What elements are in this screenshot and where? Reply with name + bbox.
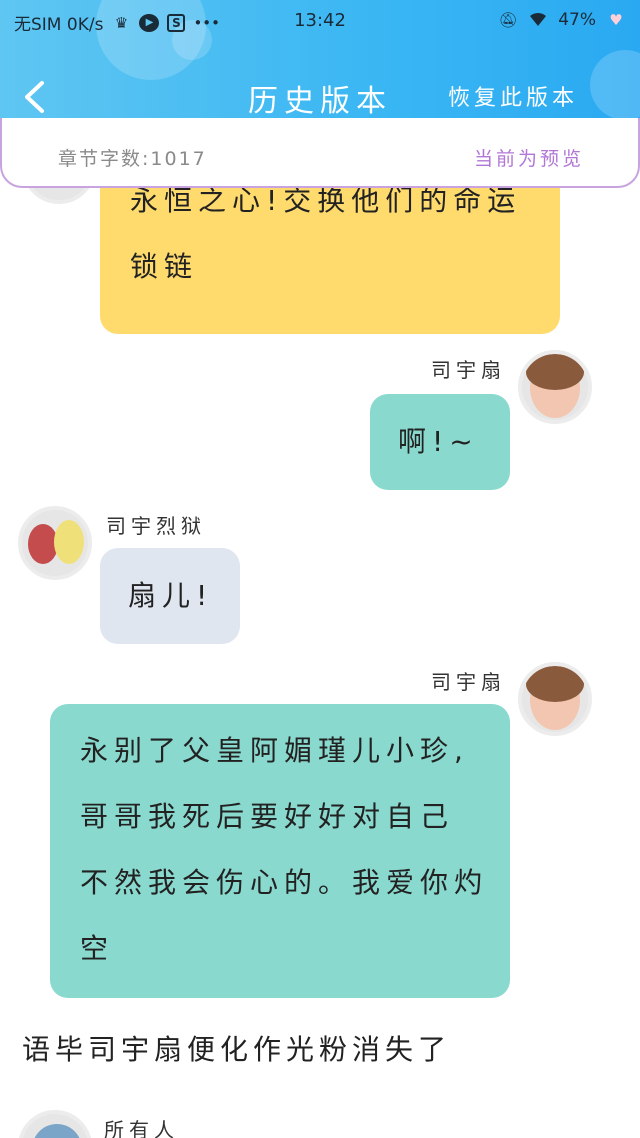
- nav-bar: 历史版本 恢复此版本: [0, 50, 640, 128]
- header: 无SIM 0K/s ♛ ▶ S ••• 13:42 🔕︎ 47% ♥ 历史版本 …: [0, 0, 640, 128]
- bubble-line: 锁链: [130, 250, 199, 283]
- chat-bubble: 扇儿!: [100, 548, 240, 644]
- speaker-name: 司宇烈狱: [106, 514, 206, 538]
- status-bar: 无SIM 0K/s ♛ ▶ S ••• 13:42 🔕︎ 47% ♥: [0, 0, 640, 42]
- avatar: [518, 350, 592, 424]
- battery-text: 47%: [558, 10, 596, 30]
- speaker-name: 所有人: [104, 1118, 179, 1138]
- mute-icon: 🔕︎: [498, 11, 518, 29]
- chapter-word-count: 章节字数:1017: [58, 148, 207, 170]
- chat-bubble: 永别了父皇阿媚瑾儿小珍, 哥哥我死后要好好对自己 不然我会伤心的。我爱你灼 空: [50, 704, 510, 998]
- preview-status: 当前为预览: [473, 148, 584, 170]
- chat-bubble: 永恒之心!交换他们的命运 锁链: [100, 168, 560, 334]
- avatar: [18, 506, 92, 580]
- narration-text: 语毕司宇扇便化作光粉消失了: [22, 1033, 452, 1066]
- wifi-icon: [528, 11, 548, 29]
- info-bar: 章节字数:1017 当前为预览: [0, 118, 640, 188]
- speaker-name: 司宇扇: [431, 670, 506, 694]
- bubble-line: 不然我会伤心的。我爱你灼: [80, 866, 489, 899]
- bubble-line: 哥哥我死后要好好对自己: [80, 800, 455, 833]
- message-list: 永恒之心!交换他们的命运 锁链 司宇扇 啊!~ 司宇烈狱 扇儿! 司宇扇 永别了…: [0, 130, 640, 1138]
- bubble-line: 扇儿!: [128, 579, 214, 612]
- bubble-line: 永别了父皇阿媚瑾儿小珍,: [80, 734, 469, 767]
- bubble-line: 啊!~: [398, 425, 479, 458]
- heart-icon: ♥: [609, 11, 623, 29]
- bubble-line: 空: [80, 932, 115, 965]
- avatar: [18, 1110, 92, 1138]
- status-right: 🔕︎ 47% ♥: [498, 10, 626, 30]
- avatar: [518, 662, 592, 736]
- restore-version-button[interactable]: 恢复此版本: [448, 80, 578, 112]
- chat-bubble: 啊!~: [370, 394, 510, 490]
- speaker-name: 司宇扇: [431, 358, 506, 382]
